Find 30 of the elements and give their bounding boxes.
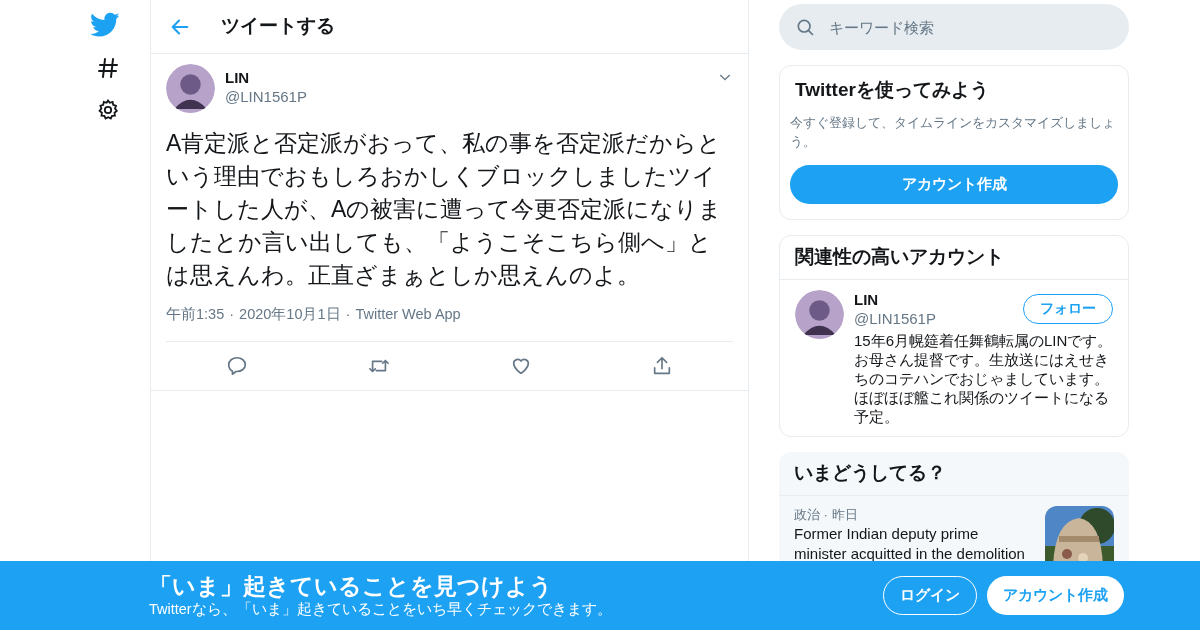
banner-title: 「いま」起きていることを見つけよう	[149, 572, 553, 600]
signup-button[interactable]: アカウント作成	[790, 164, 1118, 204]
author-name[interactable]: LIN	[225, 69, 250, 87]
card-title: Twitterを使ってみよう	[794, 78, 990, 102]
trend-headline[interactable]: Former Indian deputy prime minister acquitted in the demolition	[794, 523, 1026, 564]
hashtag-icon[interactable]	[96, 56, 120, 80]
search-field[interactable]: キーワード検索	[779, 4, 1129, 50]
card-title: いまどうしてる？	[794, 460, 946, 485]
avatar	[166, 64, 215, 113]
separator-dot: ·	[345, 305, 351, 324]
separator-dot: ·	[229, 305, 235, 324]
account-bio: 15年6月幌筵着任舞鶴転属のLINです。お母さん提督です。生放送にはえせきちのコテハンでおじゃましています。ほぼほぼ艦これ関係のツイートになる予定。	[854, 330, 1113, 426]
tweet-meta: 2020年10月1日	[239, 305, 341, 324]
settings-icon[interactable]	[96, 98, 120, 122]
account-handle[interactable]: @LIN1561P	[854, 308, 936, 329]
banner-subtitle: Twitterなら、「いま」起きていることをいち早くチェックできます。	[149, 600, 612, 619]
search-icon	[795, 17, 815, 37]
card-description: 今すぐ登録して、タイムラインをカスタマイズしましょう。	[790, 113, 1116, 151]
signup-button[interactable]: アカウント作成	[987, 576, 1124, 615]
card-title: 関連性の高いアカウント	[795, 244, 1004, 269]
trend-category: 政治 · 昨日	[794, 505, 858, 524]
avatar	[795, 289, 844, 339]
tweet-meta: 午前1:35	[166, 305, 225, 324]
reply-icon[interactable]	[225, 354, 248, 377]
bird-logo-icon[interactable]	[90, 12, 120, 38]
author-handle[interactable]: @LIN1561P	[225, 87, 307, 107]
tweet-meta: Twitter Web App	[355, 305, 461, 324]
tweet-text: A肯定派と否定派がおって、私の事を否定派だからという理由でおもしろおかしくブロックしましたツイートした人が、Aの被害に遭って今更否定派になりましたとか言い出しても、「ようこそこちら側へ」とは思えんわ。正直ざまぁとしか思えんのよ。	[166, 129, 724, 290]
account-name[interactable]: LIN	[854, 289, 936, 309]
page-title: ツイートする	[221, 14, 335, 39]
